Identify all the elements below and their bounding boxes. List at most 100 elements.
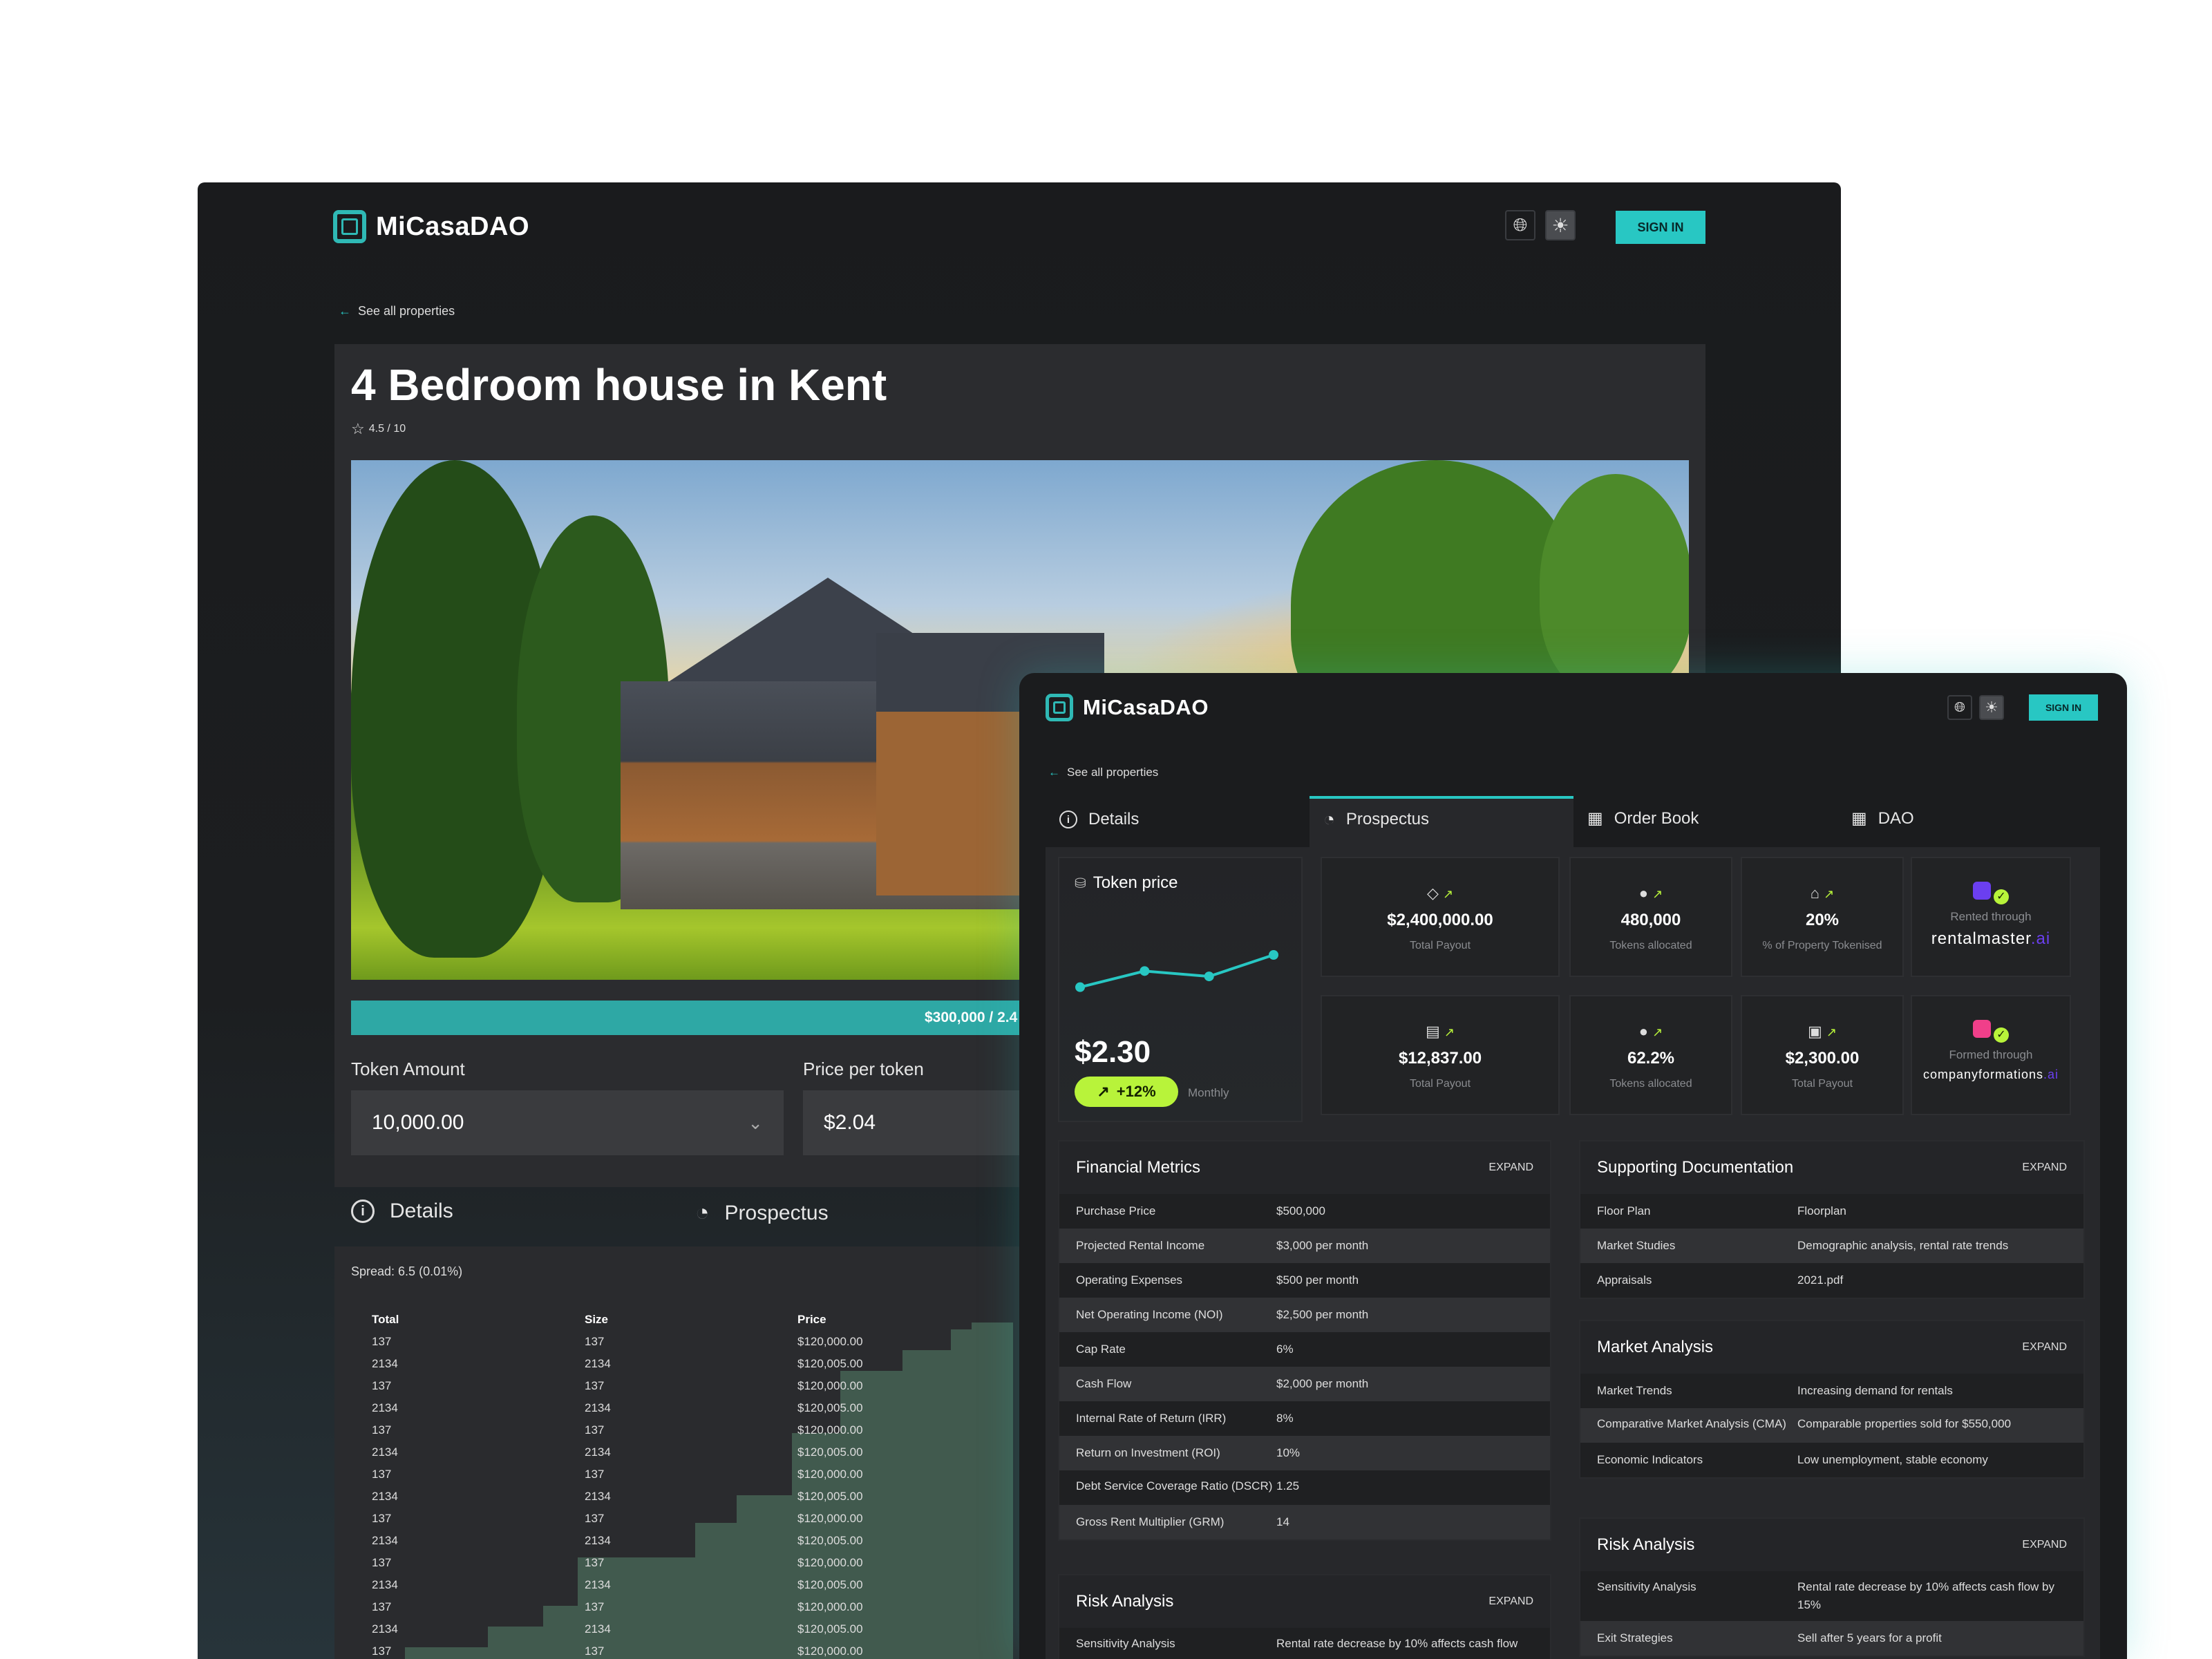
tab-prospectus[interactable]: ◔ Prospectus <box>695 1200 829 1226</box>
size-cell: 2134 <box>585 1578 611 1591</box>
token-price-label: Token price <box>1093 873 1178 892</box>
row-key: Purchase Price <box>1076 1204 1156 1217</box>
table-row: Market Trends Increasing demand for rent… <box>1580 1374 2083 1408</box>
price-per-token-value: $2.04 <box>824 1111 876 1134</box>
order-book-row: 2134 2134 $120,005.00 <box>372 1397 869 1419</box>
row-key: Appraisals <box>1597 1273 1652 1287</box>
row-key: Cash Flow <box>1076 1377 1132 1390</box>
table-row: Cap Rate 6% <box>1059 1332 1550 1367</box>
section-header: Risk Analysis EXPAND <box>1580 1519 2083 1571</box>
price-cell: $120,005.00 <box>797 1622 863 1636</box>
size-cell: 137 <box>585 1600 605 1613</box>
price-per-token-field[interactable]: $2.04 <box>803 1090 1031 1155</box>
table-row: Appraisals 2021.pdf <box>1580 1263 2083 1298</box>
see-all-properties-link[interactable]: ← See all properties <box>1048 766 1158 779</box>
metric-card: ✓ Formed through companyformations.ai <box>1911 995 2071 1115</box>
progress-label: $300,000 / 2.4 <box>925 1009 1018 1025</box>
section-title: Risk Analysis <box>1076 1592 1174 1611</box>
risk-analysis-left-section: Risk Analysis EXPAND Sensitivity Analysi… <box>1058 1574 1551 1659</box>
row-value: $2,500 per month <box>1276 1308 1369 1321</box>
tab-order-book[interactable]: ▦ Order Book <box>1587 808 1699 828</box>
sign-in-button[interactable]: SIGN IN <box>2029 694 2098 721</box>
sign-in-button[interactable]: SIGN IN <box>1616 211 1705 244</box>
metric-provider: companyformations.ai <box>1912 1068 2070 1082</box>
table-row: Net Operating Income (NOI) $2,500 per mo… <box>1059 1298 1550 1332</box>
globe-icon[interactable]: 🌐︎ <box>1505 210 1535 240</box>
token-amount-select[interactable]: 10,000.00 ⌄ <box>351 1090 784 1155</box>
row-key: Debt Service Coverage Ratio (DSCR) <box>1076 1479 1273 1492</box>
order-book-row: 2134 2134 $120,005.00 <box>372 1441 869 1463</box>
rating-value: 4.5 / 10 <box>368 423 406 435</box>
tab-details[interactable]: i Details <box>1059 810 1139 829</box>
size-cell: 137 <box>585 1556 605 1569</box>
row-key: Market Trends <box>1597 1384 1672 1397</box>
clipboard-icon: ▦ <box>1587 809 1603 828</box>
token-price-card: ⛁ Token price $2.30 ↗ +12% Monthly <box>1058 857 1303 1122</box>
tab-details[interactable]: i Details <box>351 1200 453 1223</box>
total-cell: 2134 <box>372 1357 398 1370</box>
size-cell: 2134 <box>585 1357 611 1370</box>
brand-logo[interactable]: MiCasaDAO <box>333 210 529 243</box>
column-price: Price <box>797 1313 826 1326</box>
arrow-left-icon: ← <box>339 304 351 318</box>
price-cell: $120,000.00 <box>797 1644 863 1658</box>
order-book-row: 137 137 $120,000.00 <box>372 1463 869 1486</box>
price-change-value: +12% <box>1116 1083 1156 1100</box>
row-value: 6% <box>1276 1343 1294 1356</box>
token-price-value: $2.30 <box>1075 1035 1151 1069</box>
tab-prospectus[interactable]: ◔ Prospectus <box>1323 808 1429 831</box>
price-cell: $120,005.00 <box>797 1445 863 1459</box>
order-book-row: 137 137 $120,000.00 <box>372 1596 869 1618</box>
sun-icon[interactable]: ☀ <box>1545 210 1576 240</box>
price-cell: $120,000.00 <box>797 1600 863 1613</box>
tab-dao[interactable]: ▦ DAO <box>1851 808 1914 828</box>
row-value: Rental rate decrease by 10% affects cash… <box>1797 1580 2054 1611</box>
sparkline-point <box>1075 982 1085 992</box>
metric-suffix: .ai <box>2030 929 2051 948</box>
expand-button[interactable]: EXPAND <box>2022 1162 2067 1174</box>
total-cell: 137 <box>372 1423 392 1437</box>
expand-button[interactable]: EXPAND <box>2022 1341 2067 1354</box>
prospectus-window: MiCasaDAO 🌐︎ ☀ SIGN IN ← See all propert… <box>1019 673 2127 1659</box>
price-cell: $120,000.00 <box>797 1512 863 1525</box>
token-amount-label: Token Amount <box>351 1059 465 1079</box>
metric-value: $2,300.00 <box>1785 1049 1860 1068</box>
table-row: Gross Rent Multiplier (GRM) 14 <box>1059 1505 1550 1539</box>
row-value: Low unemployment, stable economy <box>1797 1453 1988 1466</box>
rating: ☆ 4.5 / 10 <box>351 420 406 438</box>
info-icon: i <box>351 1200 375 1223</box>
back-link-label: See all properties <box>358 304 455 318</box>
size-cell: 2134 <box>585 1534 611 1547</box>
row-key: Floor Plan <box>1597 1204 1651 1217</box>
cube-logo-icon <box>333 210 366 243</box>
size-cell: 2134 <box>585 1622 611 1636</box>
table-row: Comparative Market Analysis (CMA) Compar… <box>1580 1408 2083 1443</box>
expand-button[interactable]: EXPAND <box>1488 1162 1533 1174</box>
total-cell: 137 <box>372 1512 392 1525</box>
tab-prospectus-label: Prospectus <box>1345 810 1429 828</box>
size-cell: 137 <box>585 1468 605 1481</box>
see-all-properties-link[interactable]: ← See all properties <box>339 304 455 319</box>
globe-icon[interactable]: 🌐︎ <box>1947 695 1972 720</box>
total-cell: 137 <box>372 1600 392 1613</box>
spread-text: Spread: 6.5 (0.01%) <box>351 1264 463 1278</box>
table-row: Exit Strategies Sell after 5 years for a… <box>1580 1621 2083 1656</box>
token-price-header: ⛁ Token price <box>1075 873 1178 893</box>
row-value: 2021.pdf <box>1797 1273 1844 1287</box>
price-cell: $120,005.00 <box>797 1578 863 1591</box>
sparkline-point <box>1140 966 1150 976</box>
tab-order-book-label: Order Book <box>1614 808 1699 828</box>
size-cell: 2134 <box>585 1401 611 1414</box>
expand-button[interactable]: EXPAND <box>2022 1539 2067 1551</box>
sun-icon[interactable]: ☀ <box>1979 695 2004 720</box>
brand-logo[interactable]: MiCasaDAO <box>1046 694 1209 721</box>
total-cell: 2134 <box>372 1445 398 1459</box>
page-title: 4 Bedroom house in Kent <box>351 360 887 410</box>
metric-value: rentalmaster <box>1931 929 2031 948</box>
expand-button[interactable]: EXPAND <box>1488 1595 1533 1608</box>
section-title: Supporting Documentation <box>1597 1158 1794 1177</box>
total-cell: 2134 <box>372 1534 398 1547</box>
market-analysis-section: Market Analysis EXPAND Market Trends Inc… <box>1579 1320 2085 1479</box>
total-cell: 137 <box>372 1556 392 1569</box>
table-row: Floor Plan Floorplan <box>1580 1194 2083 1229</box>
